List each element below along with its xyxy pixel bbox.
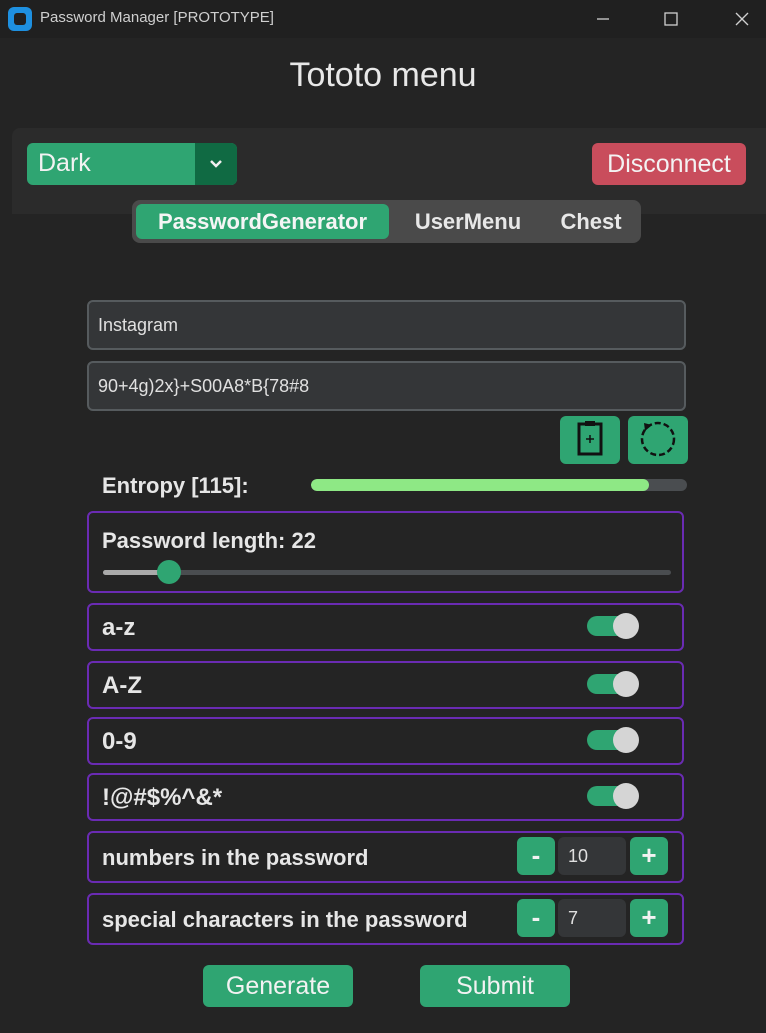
page-title: Tototo menu xyxy=(289,56,477,94)
entropy-bar-fill xyxy=(311,479,650,491)
special-increment-button[interactable]: + xyxy=(630,899,668,937)
password-field[interactable] xyxy=(87,361,686,411)
app-icon xyxy=(8,7,32,31)
numbers-count-value[interactable]: 10 xyxy=(558,837,626,875)
password-input[interactable] xyxy=(89,363,684,409)
charset-label-lowercase: a-z xyxy=(102,614,136,641)
password-length-slider[interactable] xyxy=(103,570,671,575)
numbers-decrement-button[interactable]: - xyxy=(517,837,555,875)
password-length-label: Password length: 22 xyxy=(102,528,316,553)
digits-toggle[interactable] xyxy=(587,727,639,753)
symbols-toggle[interactable] xyxy=(587,783,639,809)
entropy-bar xyxy=(311,479,687,491)
numbers-count-label: numbers in the password xyxy=(102,845,369,870)
regenerate-button[interactable] xyxy=(628,416,688,464)
toggle-knob xyxy=(613,671,639,697)
charset-label-digits: 0-9 xyxy=(102,728,137,755)
tab-chest[interactable]: Chest xyxy=(545,204,637,239)
special-count-label: special characters in the password xyxy=(102,907,468,932)
special-count-value[interactable]: 7 xyxy=(558,899,626,937)
charset-label-symbols: !@#$%^&* xyxy=(102,784,223,811)
maximize-icon[interactable] xyxy=(648,0,694,38)
numbers-increment-button[interactable]: + xyxy=(630,837,668,875)
clipboard-add-icon xyxy=(576,420,604,460)
close-icon[interactable] xyxy=(719,0,765,38)
chevron-down-icon[interactable] xyxy=(195,143,237,185)
tab-password-generator[interactable]: PasswordGenerator xyxy=(136,204,389,239)
generate-button[interactable]: Generate xyxy=(203,965,353,1007)
toggle-knob xyxy=(613,613,639,639)
toggle-knob xyxy=(613,727,639,753)
charset-label-uppercase: A-Z xyxy=(102,672,142,699)
tab-user-menu[interactable]: UserMenu xyxy=(395,204,541,239)
tab-bar: PasswordGenerator UserMenu Chest xyxy=(132,200,641,243)
site-input[interactable] xyxy=(89,302,684,348)
lowercase-toggle[interactable] xyxy=(587,613,639,639)
refresh-icon xyxy=(638,418,678,462)
minimize-icon[interactable] xyxy=(580,0,626,38)
submit-button[interactable]: Submit xyxy=(420,965,570,1007)
copy-button[interactable] xyxy=(560,416,620,464)
theme-dropdown-value: Dark xyxy=(38,149,91,177)
uppercase-toggle[interactable] xyxy=(587,671,639,697)
theme-dropdown[interactable]: Dark xyxy=(27,143,237,185)
window-title: Password Manager [PROTOTYPE] xyxy=(40,9,274,26)
title-bar: Password Manager [PROTOTYPE] xyxy=(0,0,766,38)
special-decrement-button[interactable]: - xyxy=(517,899,555,937)
entropy-label: Entropy [115]: xyxy=(102,473,249,498)
disconnect-button[interactable]: Disconnect xyxy=(592,143,746,185)
toggle-knob xyxy=(613,783,639,809)
site-field[interactable] xyxy=(87,300,686,350)
